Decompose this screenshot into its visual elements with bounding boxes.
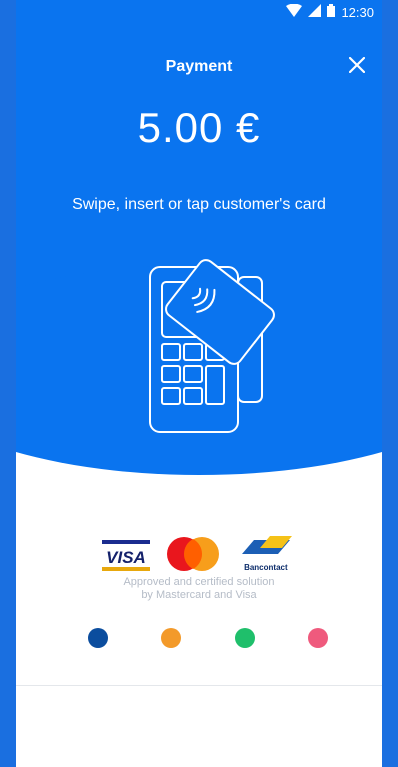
close-button[interactable] [342,52,372,82]
card-terminal-icon [140,242,300,442]
page-dot-2[interactable] [161,628,182,648]
page-dot-3[interactable] [234,628,255,648]
payment-screen: 12:30 Payment 5.00 € Swipe, insert or ta… [16,0,382,767]
bancontact-logo: Bancontact [240,536,292,572]
signal-icon [308,4,322,20]
page-dot-1[interactable] [88,628,108,648]
wifi-icon [286,3,303,20]
status-bar: 12:30 [16,0,382,24]
approved-line-1: Approved and certified solution [123,576,275,588]
close-icon [348,56,366,78]
page-title: Payment [165,58,233,75]
bottom-divider [16,685,382,686]
page-dot-4[interactable] [307,628,328,648]
payment-instruction: Swipe, insert or tap customer's card [72,196,326,213]
header: Payment [16,50,382,86]
approved-text: Approved and certified solution by Maste… [16,576,382,602]
battery-icon [327,4,336,20]
approved-line-2: by Mastercard and Visa [141,589,257,601]
payment-amount: 5.00 € [137,104,261,151]
visa-logo: VISA [102,540,150,571]
mastercard-logo [166,536,220,572]
status-time: 12:30 [341,4,374,20]
card-brands: VISA Bancontact [16,536,382,572]
page-indicator [88,628,328,648]
bancontact-label: Bancontact [244,563,288,572]
